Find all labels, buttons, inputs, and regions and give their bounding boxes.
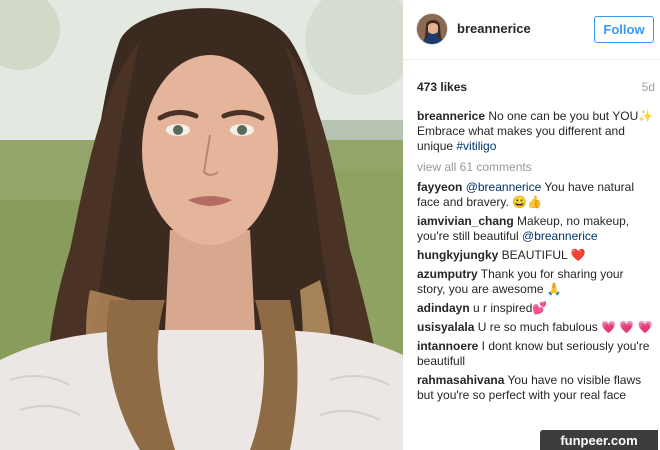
caption-username[interactable]: breannerice: [417, 109, 485, 123]
comment-username[interactable]: azumputry: [417, 267, 478, 281]
view-all-comments-link[interactable]: view all 61 comments: [417, 160, 655, 175]
comment-item: azumputry Thank you for sharing your sto…: [417, 267, 655, 297]
post-photo[interactable]: [0, 0, 403, 450]
comment-item: usisyalala U re so much fabulous 💗 💗 💗: [417, 320, 655, 335]
header-divider: [403, 59, 660, 60]
comment-text: U re so much fabulous 💗 💗 💗: [474, 320, 653, 334]
caption-hashtag[interactable]: #vitiligo: [456, 139, 496, 153]
comment-username[interactable]: hungkyjungky: [417, 248, 498, 262]
comment-username[interactable]: iamvivian_chang: [417, 214, 514, 228]
comment-text: u r inspired💕: [469, 301, 548, 315]
post-time[interactable]: 5d: [642, 80, 655, 94]
post-stats: 473 likes 5d: [417, 80, 655, 94]
comment-item: rahmasahivana You have no visible flaws …: [417, 373, 655, 403]
follow-button[interactable]: Follow: [594, 16, 654, 43]
comment-username[interactable]: intannoere: [417, 339, 478, 353]
likes-count[interactable]: 473 likes: [417, 80, 467, 94]
selfie-photo-icon: [0, 0, 403, 450]
comment-item: intannoere I dont know but seriously you…: [417, 339, 655, 369]
caption: breannerice No one can be you but YOU✨ E…: [417, 109, 655, 154]
comment-item: fayyeon @breannerice You have natural fa…: [417, 180, 655, 210]
comment-item: hungkyjungky BEAUTIFUL ❤️: [417, 248, 655, 263]
comment-mention[interactable]: @breannerice: [522, 229, 598, 243]
comment-username[interactable]: fayyeon: [417, 180, 462, 194]
comment-item: iamvivian_chang Makeup, no makeup, you'r…: [417, 214, 655, 244]
comment-mention[interactable]: @breannerice: [466, 180, 542, 194]
profile-avatar-icon[interactable]: [416, 13, 448, 45]
comments-section: breannerice No one can be you but YOU✨ E…: [417, 109, 655, 407]
comment-username[interactable]: rahmasahivana: [417, 373, 504, 387]
comment-username[interactable]: usisyalala: [417, 320, 474, 334]
comment-username[interactable]: adindayn: [417, 301, 470, 315]
site-watermark: funpeer.com: [540, 430, 658, 450]
comment-item: adindayn u r inspired💕: [417, 301, 655, 316]
comment-text: BEAUTIFUL ❤️: [498, 248, 586, 262]
post-username[interactable]: breannerice: [457, 21, 531, 36]
post-header: breannerice Follow: [403, 0, 660, 60]
post-details-panel: breannerice Follow 473 likes 5d breanner…: [403, 0, 660, 450]
